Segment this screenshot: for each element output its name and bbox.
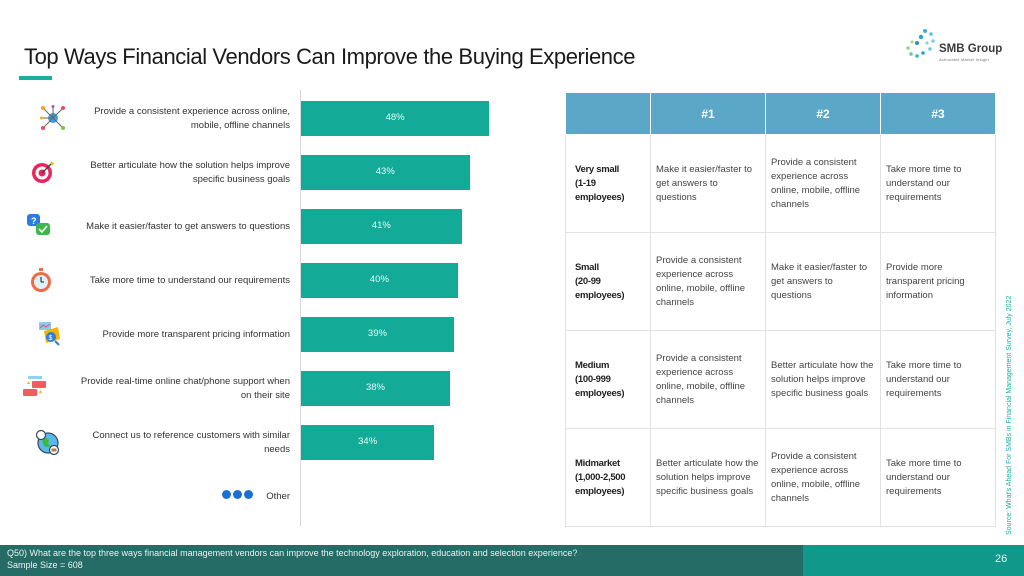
dot xyxy=(233,490,242,499)
slide-title: Top Ways Financial Vendors Can Improve t… xyxy=(24,44,636,69)
segment-label-line: employees) xyxy=(575,485,625,497)
smb-group-logo: SMB Group Actionable Market Insight xyxy=(905,26,1015,68)
bar-value-label: 48% xyxy=(385,112,405,123)
title-accent-bar xyxy=(19,76,52,80)
segment-label-line: Very small xyxy=(575,163,620,175)
segment-label-line: Midmarket xyxy=(575,457,620,469)
chat-question-icon: ? xyxy=(27,213,50,235)
category-label-line: Connect us to reference customers with s… xyxy=(92,429,290,441)
table-header-cell xyxy=(565,92,651,135)
bar-value-label: 38% xyxy=(365,382,385,393)
rank-cell: Take more time to understand our require… xyxy=(880,428,996,527)
bar-value-label: 40% xyxy=(369,274,389,285)
bar-value-label: 39% xyxy=(367,328,387,339)
bar-value-label: 43% xyxy=(375,166,395,177)
logo-tagline: Actionable Market Insight xyxy=(939,57,989,62)
svg-text:?: ? xyxy=(31,216,37,226)
segment-label-line: Small xyxy=(575,261,599,273)
table-header-row: #1 #2 #3 xyxy=(565,92,996,135)
category-label: Provide a consistent experience across o… xyxy=(94,105,290,133)
segment-label: Midmarket (1,000-2,500 employees) xyxy=(565,428,651,527)
segment-label-line: (20-99 xyxy=(575,275,601,287)
globe-contact-icon xyxy=(35,429,60,455)
category-label-line: Other xyxy=(266,490,290,502)
dot xyxy=(244,490,253,499)
category-label-line: Better articulate how the solution helps… xyxy=(90,159,290,171)
pricing-icon: $ xyxy=(39,321,60,346)
rank-cell: Provide a consistent experience across o… xyxy=(650,232,766,331)
category-label-line: Take more time to understand our require… xyxy=(89,274,290,286)
segment-label-line: employees) xyxy=(575,191,625,203)
table-row: Very small (1-19 employees) Make it easier/… xyxy=(565,134,996,233)
category-label: Provide more transparent pricing informa… xyxy=(103,328,290,342)
svg-text:$: $ xyxy=(49,335,53,342)
chat-support-icon xyxy=(23,375,46,396)
network-icon xyxy=(40,104,65,130)
category-label: Provide real-time online chat/phone supp… xyxy=(81,375,290,403)
page-number: 26 xyxy=(995,553,1008,565)
category-label: Connect us to reference customers with s… xyxy=(93,429,290,457)
segment-label-line: employees) xyxy=(575,387,625,399)
table-header-cell: #1 xyxy=(650,92,766,135)
target-icon xyxy=(32,160,54,183)
segment-label-line: (1,000-2,500 xyxy=(575,471,626,483)
segment-label-line: Medium xyxy=(575,359,610,371)
sample-size: Sample Size = 608 xyxy=(7,560,83,570)
category-label-line: needs xyxy=(264,443,290,455)
rank-cell: Take more time to understand our require… xyxy=(880,134,996,233)
bar-value-label: 41% xyxy=(371,220,391,231)
category-label: Make it easier/faster to get answers to … xyxy=(86,220,290,234)
table-header-cell: #2 xyxy=(765,92,881,135)
dot xyxy=(222,490,231,499)
category-label: Better articulate how the solution helps… xyxy=(90,159,290,187)
rank-cell: Better articulate how the solution helps… xyxy=(765,330,881,429)
category-label-line: Provide real-time online chat/phone supp… xyxy=(80,375,290,387)
category-label-line: Provide more transparent pricing informa… xyxy=(102,328,290,340)
rank-cell: Provide more transparent pricing informa… xyxy=(880,232,996,331)
table-row: Small (20-99 employees) Provide a consisten… xyxy=(565,232,996,331)
rank-cell: Provide a consistent experience across o… xyxy=(765,134,881,233)
rank-cell: Provide a consistent experience across o… xyxy=(765,428,881,527)
bar-value-label: 34% xyxy=(358,436,378,447)
footer-accent-bar xyxy=(803,545,1024,576)
stopwatch-icon xyxy=(31,267,51,292)
ranking-table: #1 #2 #3 Very small (1-19 employees) Make i… xyxy=(565,92,996,527)
rank-cell: Make it easier/faster to get answers to … xyxy=(650,134,766,233)
segment-label: Medium (100-999 employees) xyxy=(565,330,651,429)
category-label-line: Make it easier/faster to get answers to … xyxy=(86,220,290,232)
survey-question: Q50) What are the top three ways financi… xyxy=(7,548,578,558)
segment-label-line: (1-19 xyxy=(575,177,596,189)
segment-label: Small (20-99 employees) xyxy=(565,232,651,331)
segment-label-line: (100-999 xyxy=(575,373,611,385)
logo-dots-icon xyxy=(906,29,935,58)
rank-cell: Take more time to understand our require… xyxy=(880,330,996,429)
segment-label: Very small (1-19 employees) xyxy=(565,134,651,233)
category-label-line: mobile, offline channels xyxy=(190,119,290,131)
more-dots-icon xyxy=(222,490,253,499)
rank-cell: Better articulate how the solution helps… xyxy=(650,428,766,527)
category-label: Take more time to understand our require… xyxy=(90,274,290,288)
category-label-line: Provide a consistent experience across o… xyxy=(94,105,290,117)
category-label: Other xyxy=(266,490,290,504)
source-note: Source: What's Ahead For SMBs in Financi… xyxy=(1006,295,1013,535)
category-label-line: on their site xyxy=(240,389,290,401)
table-header-cell: #3 xyxy=(880,92,996,135)
table-row: Midmarket (1,000-2,500 employees) Better ar… xyxy=(565,428,996,527)
segment-label-line: employees) xyxy=(575,289,625,301)
table-row: Medium (100-999 employees) Provide a consis… xyxy=(565,330,996,429)
rank-cell: Make it easier/faster to get answers to … xyxy=(765,232,881,331)
category-label-line: specific business goals xyxy=(192,173,290,185)
rank-cell: Provide a consistent experience across o… xyxy=(650,330,766,429)
logo-wordmark: SMB Group xyxy=(939,43,1003,55)
